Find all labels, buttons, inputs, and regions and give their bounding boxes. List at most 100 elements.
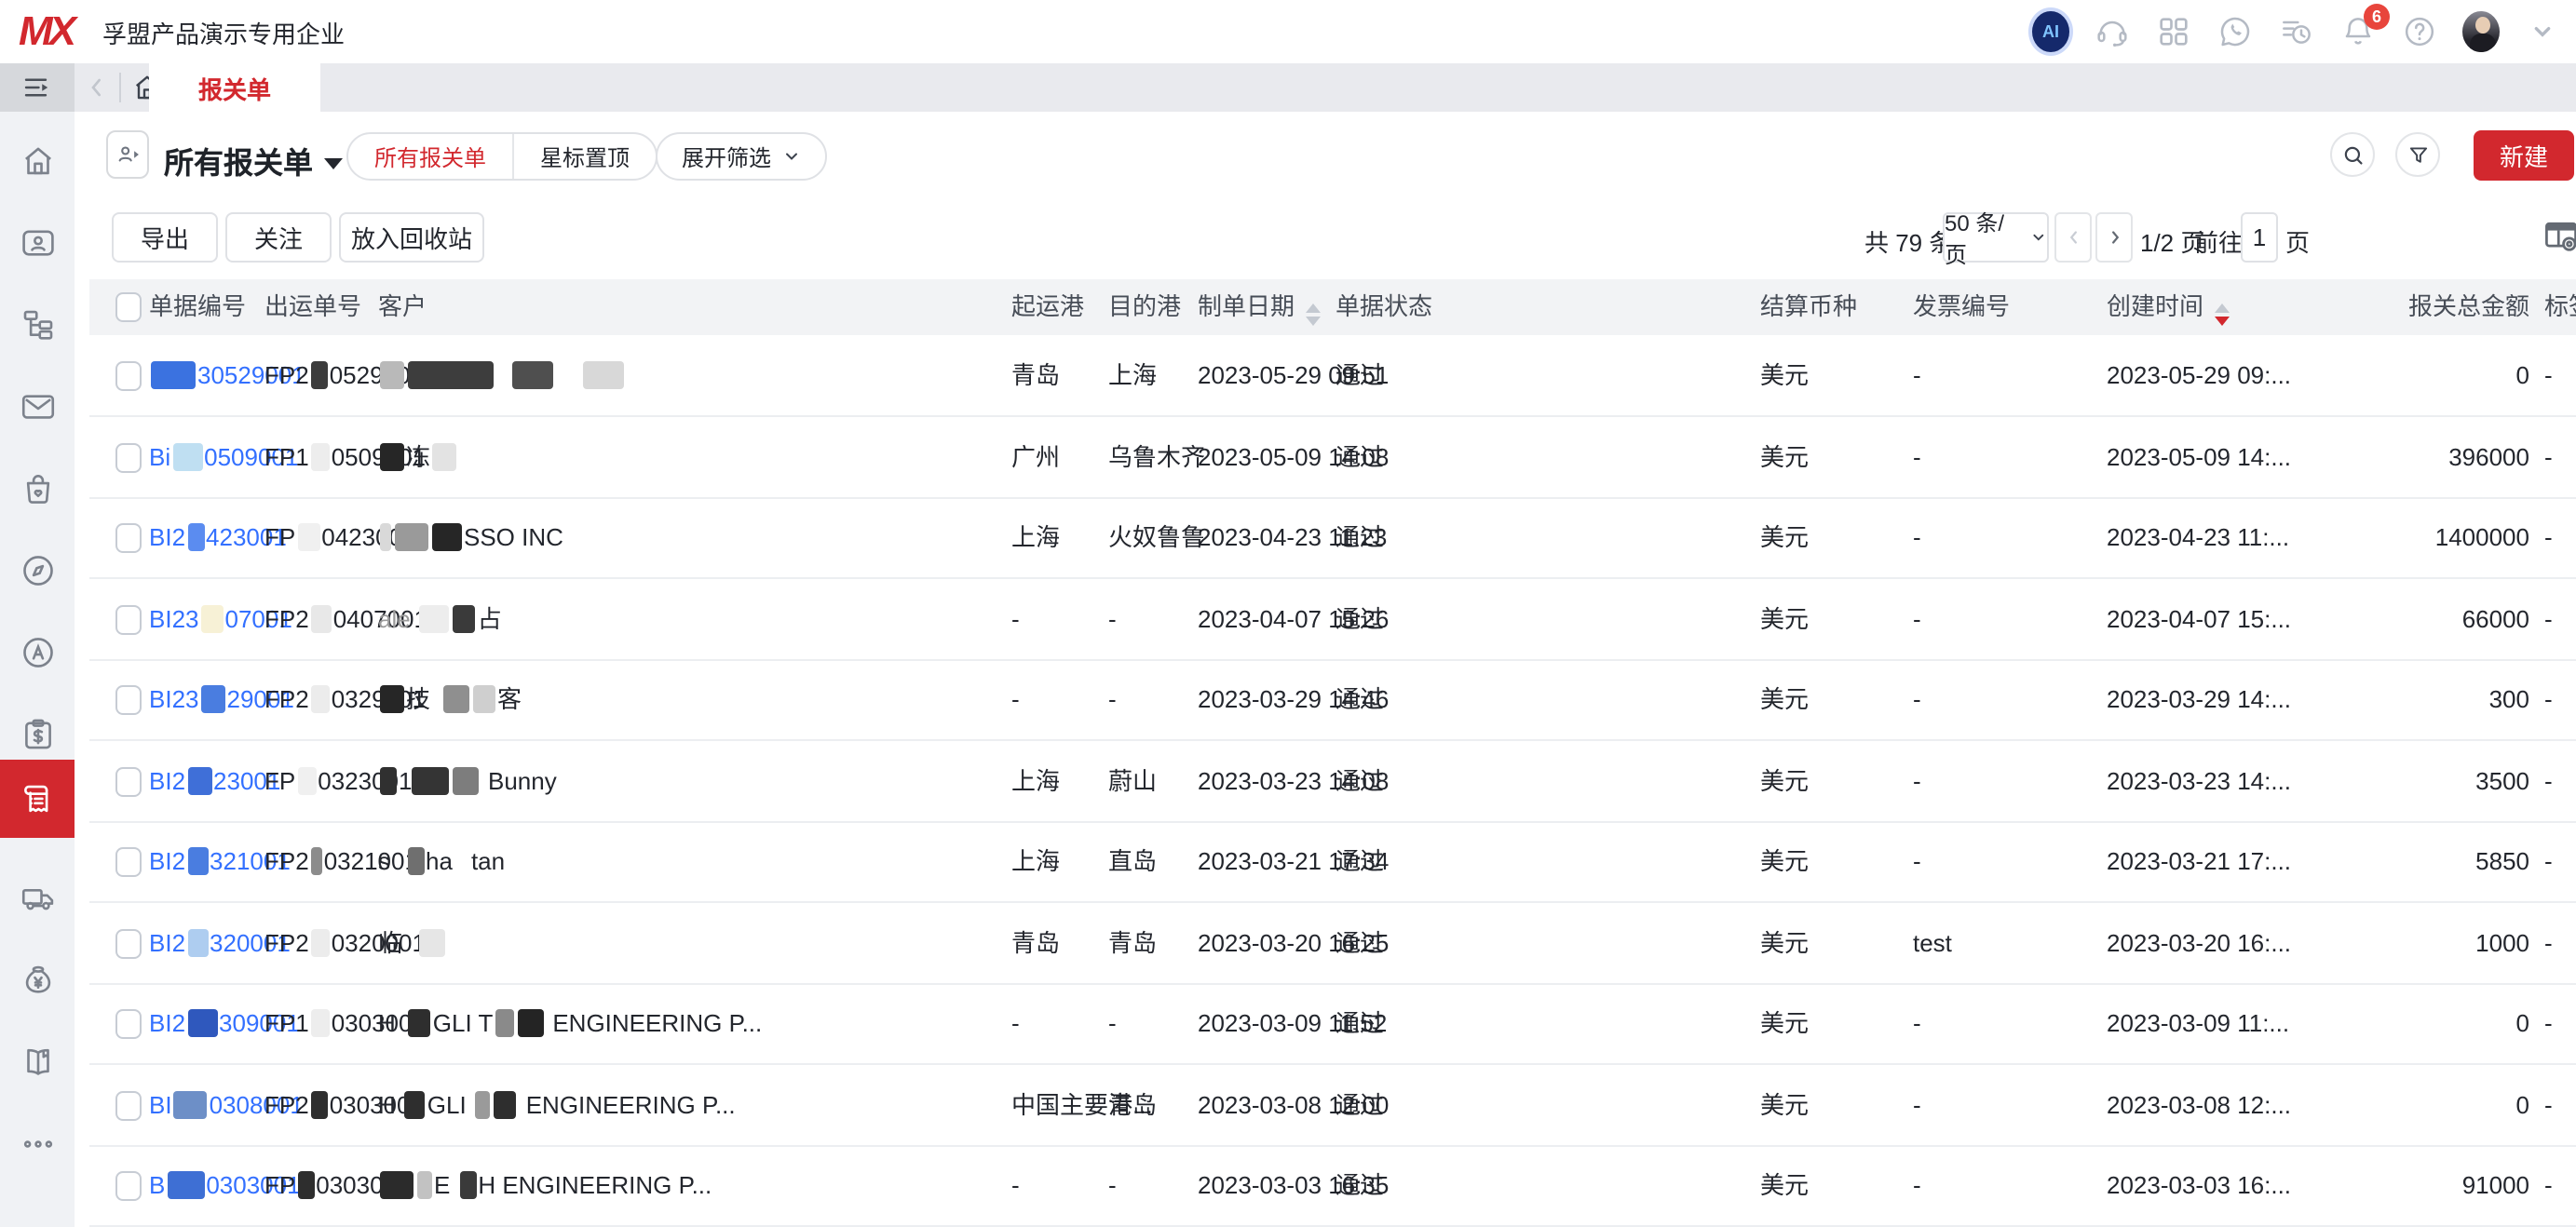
- table-row[interactable]: BI2329001FP20329001技客--2023-03-29 14:46通…: [89, 659, 2576, 741]
- chevron-down-icon[interactable]: [2524, 13, 2561, 50]
- row-checkbox[interactable]: [115, 361, 142, 391]
- prev-page-button[interactable]: [2054, 212, 2092, 263]
- user-avatar: [2462, 11, 2500, 52]
- redaction-blob: [432, 442, 456, 470]
- table-row[interactable]: BI0308001FP20303001HGLIENGINEERING P...中…: [89, 1064, 2576, 1146]
- text-fragment: BI23: [149, 685, 199, 713]
- next-page-button[interactable]: [2095, 212, 2133, 263]
- expand-filter-button[interactable]: 展开筛选: [656, 132, 827, 181]
- redaction-blob: [412, 766, 449, 794]
- table-row[interactable]: BI223001FP0323001Bunny上海蔚山2023-03-23 14:…: [89, 740, 2576, 822]
- redaction-blob: [167, 1171, 204, 1199]
- redaction-blob: [297, 523, 319, 551]
- help-icon[interactable]: [2401, 13, 2438, 50]
- column-label: 目的港: [1108, 292, 1181, 320]
- sidebar-item-money-bag[interactable]: [0, 942, 75, 1017]
- column-header-date[interactable]: 制单日期: [1198, 279, 1321, 335]
- column-header-amount: 报关总金额: [2250, 279, 2529, 335]
- sidebar-item-circle-a[interactable]: [0, 614, 75, 689]
- cell-status: 通过: [1335, 821, 1384, 901]
- bell-icon[interactable]: 6: [2339, 13, 2377, 50]
- recycle-bin-button[interactable]: 放入回收站: [339, 212, 484, 263]
- row-checkbox[interactable]: [115, 766, 142, 796]
- follow-button[interactable]: 关注: [225, 212, 332, 263]
- cell-currency: 美元: [1760, 821, 1809, 901]
- text-fragment: H: [378, 1090, 396, 1118]
- table-row[interactable]: BI2309001FP10303001HGLI TENGINEERING P..…: [89, 983, 2576, 1065]
- tab-starred-pinned[interactable]: 星标置顶: [514, 134, 656, 179]
- sidebar-item-compass[interactable]: [0, 533, 75, 607]
- table-row[interactable]: BI2320001FP20320001临青岛青岛2023-03-20 16:25…: [89, 902, 2576, 984]
- tab-all-declarations[interactable]: 所有报关单: [348, 134, 512, 179]
- redaction-blob: [454, 604, 476, 632]
- table-row[interactable]: BI2321001FP20321001shatan上海直岛2023-03-21 …: [89, 821, 2576, 903]
- apps-grid-icon[interactable]: [2155, 13, 2192, 50]
- column-label: 报关总金额: [2408, 292, 2529, 320]
- ai-assistant-icon[interactable]: AI: [2032, 13, 2069, 50]
- new-button[interactable]: 新建: [2474, 130, 2574, 181]
- mail-icon: [18, 386, 57, 425]
- sidebar-item-mail[interactable]: [0, 369, 75, 443]
- sort-icon[interactable]: [1306, 303, 1321, 326]
- table-row[interactable]: Bi0509001FP10509001冻广州乌鲁木齐2023-05-09 14:…: [89, 416, 2576, 498]
- document-number-link[interactable]: BI223001: [149, 766, 280, 794]
- cell-tag: -: [2544, 578, 2553, 658]
- goto-page-input[interactable]: [2241, 212, 2278, 263]
- column-header-created[interactable]: 创建时间: [2107, 279, 2230, 335]
- cell-invoice: -: [1913, 1064, 1921, 1144]
- avatar-icon[interactable]: [2462, 13, 2500, 50]
- filter-button[interactable]: [2395, 132, 2440, 177]
- row-checkbox[interactable]: [115, 1090, 142, 1120]
- sidebar-item-truck[interactable]: [0, 860, 75, 935]
- sidebar-item-org-tree[interactable]: [0, 287, 75, 361]
- row-checkbox[interactable]: [115, 1171, 142, 1201]
- receipt-icon: [18, 779, 57, 818]
- row-checkbox[interactable]: [115, 442, 142, 472]
- view-title-dropdown[interactable]: 所有报关单: [164, 138, 343, 182]
- table-row[interactable]: BI2423001FP0423001SSO INC上海火奴鲁鲁2023-04-2…: [89, 497, 2576, 579]
- phone-bubble-icon[interactable]: [2217, 13, 2254, 50]
- row-checkbox[interactable]: [115, 928, 142, 958]
- select-all-checkbox[interactable]: [115, 292, 142, 322]
- per-page-select[interactable]: 50 条/页: [1943, 212, 2049, 263]
- cell-amount: 91000: [2250, 1145, 2529, 1225]
- cell-invoice: -: [1913, 1145, 1921, 1225]
- sort-icon[interactable]: [2215, 303, 2230, 326]
- sidebar-item-ledger-book[interactable]: [0, 1024, 75, 1099]
- truck-icon: [18, 878, 57, 917]
- column-settings-button[interactable]: [2541, 216, 2576, 257]
- sidebar-item-home[interactable]: [0, 123, 75, 197]
- row-checkbox[interactable]: [115, 604, 142, 634]
- search-button[interactable]: [2330, 132, 2375, 177]
- sidebar-collapse-button[interactable]: [0, 63, 75, 112]
- text-fragment: FP: [264, 523, 295, 551]
- cell-pod: 乌鲁木齐: [1108, 416, 1205, 496]
- sidebar-item-receipt[interactable]: [0, 760, 75, 838]
- mx-logo: MX: [19, 7, 73, 56]
- nav-back-button[interactable]: [82, 73, 112, 102]
- sidebar-item-contact-card[interactable]: [0, 205, 75, 279]
- row-checkbox[interactable]: [115, 685, 142, 715]
- headset-icon[interactable]: [2094, 13, 2131, 50]
- table-row[interactable]: 30529001FP20529001青岛上海2023-05-29 09:51通过…: [89, 335, 2576, 417]
- export-button[interactable]: 导出: [112, 212, 218, 263]
- sidebar-item-more-dots[interactable]: [0, 1106, 75, 1180]
- table-row[interactable]: B0303001FP0303001EH ENGINEERING P...--20…: [89, 1145, 2576, 1227]
- clipboard-money-icon: [18, 714, 57, 753]
- redaction-blob: [407, 847, 424, 875]
- cell-docno: BI223001: [149, 740, 280, 820]
- sidebar-item-bag-heart[interactable]: [0, 451, 75, 525]
- table-row[interactable]: BI2307001FP20407001ale占--2023-04-07 15:2…: [89, 578, 2576, 660]
- cell-pol: 上海: [1011, 740, 1060, 820]
- row-checkbox[interactable]: [115, 1009, 142, 1039]
- owner-filter-button[interactable]: [106, 130, 149, 179]
- redaction-blob: [476, 1090, 491, 1118]
- tab-customs-declaration[interactable]: 报关单: [149, 63, 320, 112]
- view-title-label: 所有报关单: [164, 149, 313, 181]
- task-history-icon[interactable]: [2278, 13, 2315, 50]
- redaction-blob: [517, 1009, 543, 1037]
- row-checkbox[interactable]: [115, 523, 142, 553]
- text-fragment: ENGINEERING P...: [552, 1009, 762, 1037]
- row-checkbox[interactable]: [115, 847, 142, 877]
- text-fragment: 冻: [406, 442, 430, 470]
